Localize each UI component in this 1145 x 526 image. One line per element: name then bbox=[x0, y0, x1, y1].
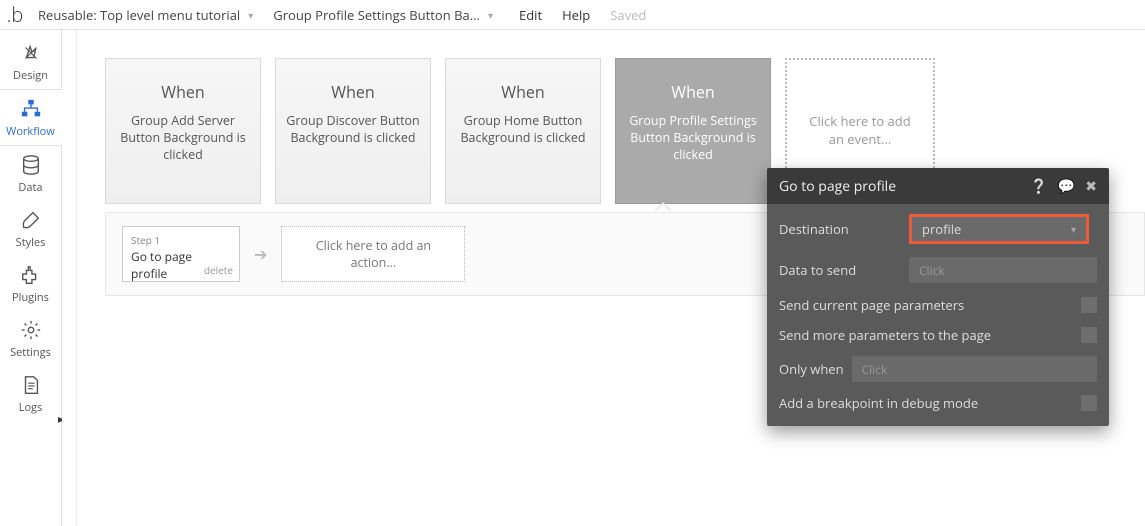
event-when-label: When bbox=[161, 81, 204, 103]
breakpoint-checkbox[interactable] bbox=[1081, 395, 1097, 411]
send-current-label: Send current page parameters bbox=[779, 296, 964, 314]
sidebar-item-label: Styles bbox=[16, 235, 46, 250]
destination-label: Destination bbox=[779, 220, 899, 238]
property-panel-body: Destination profile ▾ Data to send Click bbox=[767, 204, 1109, 426]
event-card[interactable]: When Group Add Server Button Background … bbox=[105, 58, 261, 204]
workflow-icon bbox=[20, 98, 42, 120]
design-icon bbox=[20, 42, 42, 64]
edit-link[interactable]: Edit bbox=[519, 6, 542, 24]
sidebar-item-design[interactable]: Design bbox=[0, 34, 62, 89]
event-when-label: When bbox=[331, 81, 374, 103]
top-links: Edit Help Saved bbox=[519, 6, 646, 24]
event-card-selected[interactable]: When Group Profile Settings Button Backg… bbox=[615, 58, 771, 204]
data-to-send-placeholder: Click bbox=[919, 262, 945, 279]
logs-icon bbox=[20, 374, 42, 396]
brush-icon bbox=[20, 209, 42, 231]
selected-event-notch bbox=[654, 202, 672, 211]
event-card[interactable]: When Group Home Button Background is cli… bbox=[445, 58, 601, 204]
help-icon[interactable]: ❔ bbox=[1030, 177, 1047, 196]
sidebar-item-plugins[interactable]: Plugins bbox=[0, 256, 62, 311]
event-desc: Group Add Server Button Background is cl… bbox=[116, 113, 250, 164]
database-icon bbox=[20, 154, 42, 176]
add-action-label: Click here to add an action... bbox=[292, 237, 454, 271]
topbar: .b Reusable: Top level menu tutorial ▾ G… bbox=[0, 0, 1145, 30]
sidebar: Design Workflow Data Styles Plugins Sett… bbox=[0, 30, 62, 526]
destination-select[interactable]: profile ▾ bbox=[909, 214, 1089, 244]
sidebar-item-settings[interactable]: Settings bbox=[0, 311, 62, 366]
plugin-icon bbox=[20, 264, 42, 286]
breadcrumb-reusable-label: Reusable: Top level menu tutorial bbox=[38, 6, 240, 24]
bubble-logo[interactable]: .b bbox=[4, 4, 26, 26]
only-when-label: Only when bbox=[779, 360, 844, 378]
sidebar-item-label: Workflow bbox=[6, 124, 55, 139]
data-to-send-label: Data to send bbox=[779, 261, 899, 279]
breakpoint-label: Add a breakpoint in debug mode bbox=[779, 394, 978, 412]
arrow-right-icon: ➔ bbox=[254, 243, 267, 265]
event-desc: Group Profile Settings Button Background… bbox=[626, 113, 760, 164]
event-desc: Group Home Button Background is clicked bbox=[456, 113, 590, 147]
step-card[interactable]: Step 1 Go to page profile delete bbox=[122, 226, 240, 282]
sidebar-item-label: Design bbox=[13, 68, 48, 83]
event-desc: Group Discover Button Background is clic… bbox=[286, 113, 420, 147]
only-when-input[interactable]: Click bbox=[852, 356, 1097, 382]
destination-value: profile bbox=[922, 220, 961, 238]
help-link[interactable]: Help bbox=[562, 6, 590, 24]
comment-icon[interactable]: 💬 bbox=[1058, 177, 1075, 196]
breadcrumb-reusable[interactable]: Reusable: Top level menu tutorial ▾ bbox=[32, 4, 261, 26]
add-action-card[interactable]: Click here to add an action... bbox=[281, 226, 465, 282]
property-panel[interactable]: Go to page profile ❔ 💬 ✖ Destination pro… bbox=[767, 168, 1109, 426]
event-when-label: When bbox=[671, 81, 714, 103]
sidebar-item-label: Data bbox=[18, 180, 42, 195]
only-when-placeholder: Click bbox=[862, 361, 888, 378]
sidebar-item-label: Logs bbox=[19, 400, 43, 415]
send-current-checkbox[interactable] bbox=[1081, 297, 1097, 313]
close-icon[interactable]: ✖ bbox=[1085, 177, 1097, 196]
property-panel-header-icons: ❔ 💬 ✖ bbox=[1030, 177, 1097, 196]
send-more-label: Send more parameters to the page bbox=[779, 326, 991, 344]
step-number-label: Step 1 bbox=[131, 233, 231, 247]
gear-icon bbox=[20, 319, 42, 341]
chevron-down-icon: ▾ bbox=[1071, 222, 1076, 236]
sidebar-item-data[interactable]: Data bbox=[0, 146, 62, 201]
sidebar-item-label: Plugins bbox=[12, 290, 49, 305]
add-event-label: Click here to add an event... bbox=[803, 113, 917, 148]
delete-step-link[interactable]: delete bbox=[204, 263, 233, 277]
sidebar-item-workflow[interactable]: Workflow bbox=[0, 89, 62, 146]
chevron-down-icon: ▾ bbox=[486, 8, 495, 22]
data-to-send-input[interactable]: Click bbox=[909, 257, 1097, 283]
event-when-label: When bbox=[501, 81, 544, 103]
sidebar-item-label: Settings bbox=[10, 345, 51, 360]
property-panel-header[interactable]: Go to page profile ❔ 💬 ✖ bbox=[767, 168, 1109, 204]
send-more-checkbox[interactable] bbox=[1081, 327, 1097, 343]
saved-status: Saved bbox=[610, 6, 646, 24]
chevron-down-icon: ▾ bbox=[246, 8, 255, 22]
breadcrumb-element[interactable]: Group Profile Settings Button Ba... ▾ bbox=[267, 4, 501, 26]
sidebar-item-logs[interactable]: Logs bbox=[0, 366, 62, 421]
canvas-inner: When Group Add Server Button Background … bbox=[76, 30, 1145, 526]
sidebar-item-styles[interactable]: Styles bbox=[0, 201, 62, 256]
property-panel-title: Go to page profile bbox=[779, 177, 1030, 196]
event-card[interactable]: When Group Discover Button Background is… bbox=[275, 58, 431, 204]
breadcrumb-element-label: Group Profile Settings Button Ba... bbox=[273, 6, 480, 24]
workflow-canvas: When Group Add Server Button Background … bbox=[62, 30, 1145, 526]
